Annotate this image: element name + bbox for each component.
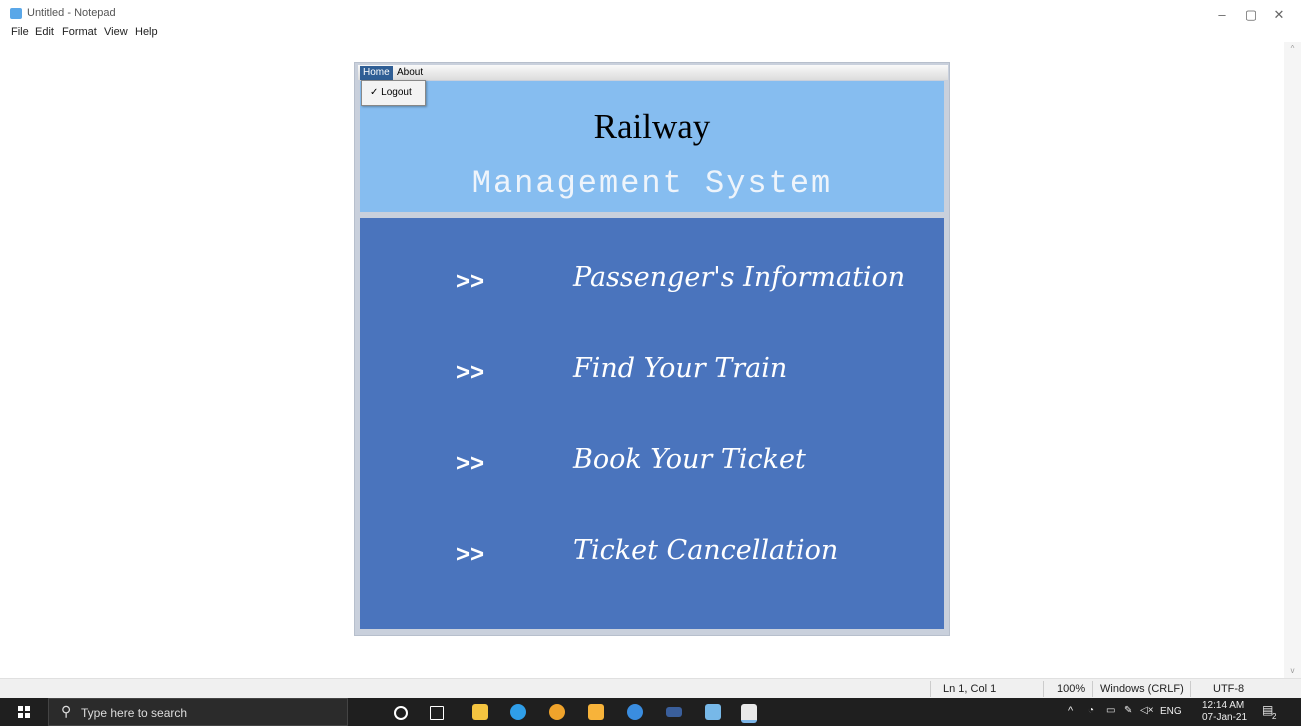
option-label[interactable]: Passenger's Information — [573, 262, 905, 293]
encoding: UTF-8 — [1213, 683, 1245, 695]
window-title: Untitled - Notepad — [27, 7, 116, 19]
menu-option-ticket-cancellation[interactable]: >> Ticket Cancellation — [360, 535, 944, 585]
menu-option-passenger-info[interactable]: >> Passenger's Information — [360, 262, 944, 312]
line-endings: Windows (CRLF) — [1100, 683, 1184, 695]
arrow-icon: >> — [456, 450, 485, 477]
windows-start-icon[interactable] — [18, 706, 30, 718]
notepad-icon — [10, 8, 22, 19]
option-label[interactable]: Find Your Train — [573, 353, 787, 384]
file-explorer-icon[interactable] — [472, 704, 488, 720]
option-label[interactable]: Book Your Ticket — [573, 444, 806, 475]
notepad-taskbar-icon[interactable] — [705, 704, 721, 720]
menu-file[interactable]: File — [11, 26, 29, 38]
header-panel: Railway Management System — [360, 81, 944, 212]
notepad-title-bar: Untitled - Notepad – ▢ ✕ — [0, 0, 1301, 26]
status-divider — [1043, 681, 1044, 697]
taskbar: ⚲ Type here to search ^ ◔ ▭ ✎ ◁× ENG 12:… — [0, 698, 1301, 726]
minimize-button[interactable]: – — [1207, 4, 1237, 26]
menu-about[interactable]: About — [395, 66, 425, 80]
store-icon[interactable] — [588, 704, 604, 720]
zoom-level: 100% — [1057, 683, 1086, 695]
close-button[interactable]: ✕ — [1264, 4, 1294, 26]
search-placeholder: Type here to search — [81, 706, 188, 720]
status-divider — [1190, 681, 1191, 697]
app-title: Railway — [593, 107, 711, 146]
scroll-down-icon[interactable]: v — [1284, 664, 1301, 678]
language-indicator[interactable]: ENG — [1160, 706, 1182, 717]
edge-icon[interactable] — [510, 704, 526, 720]
vertical-scrollbar[interactable]: ^ v — [1284, 42, 1301, 678]
menu-format[interactable]: Format — [62, 26, 97, 38]
app-menubar: Home About — [358, 65, 948, 80]
railway-app-window: Home About Railway Management System ✓ L… — [354, 62, 950, 636]
menu-view[interactable]: View — [104, 26, 128, 38]
maximize-button[interactable]: ▢ — [1236, 4, 1266, 26]
menu-option-book-ticket[interactable]: >> Book Your Ticket — [360, 444, 944, 494]
clock-date[interactable]: 07-Jan-21 — [1202, 712, 1247, 723]
task-view-icon[interactable] — [430, 706, 444, 720]
cortana-icon[interactable] — [394, 706, 408, 720]
menu-home[interactable]: Home — [360, 66, 393, 80]
home-dropdown-menu: ✓ Logout — [361, 80, 426, 106]
notification-count: 2 — [1272, 712, 1277, 721]
cursor-position: Ln 1, Col 1 — [943, 683, 997, 695]
status-divider — [930, 681, 931, 697]
app-subtitle: Management System — [471, 165, 833, 202]
logout-menu-item[interactable]: ✓ Logout — [370, 87, 412, 98]
app-icon[interactable] — [627, 704, 643, 720]
notepad-status-bar: Ln 1, Col 1 100% Windows (CRLF) UTF-8 — [0, 678, 1301, 699]
clock-time[interactable]: 12:14 AM — [1202, 700, 1244, 711]
tray-expand-icon[interactable]: ^ — [1068, 705, 1073, 717]
option-label[interactable]: Ticket Cancellation — [573, 535, 838, 566]
taskbar-search-box[interactable]: ⚲ Type here to search — [48, 698, 348, 726]
media-icon[interactable] — [666, 707, 682, 717]
menu-help[interactable]: Help — [135, 26, 158, 38]
volume-icon[interactable]: ◁× — [1140, 705, 1154, 716]
java-icon[interactable] — [741, 704, 757, 723]
content-panel: >> Passenger's Information >> Find Your … — [360, 218, 944, 629]
arrow-icon: >> — [456, 268, 485, 295]
status-divider — [1092, 681, 1093, 697]
arrow-icon: >> — [456, 541, 485, 568]
battery-icon[interactable]: ▭ — [1106, 705, 1115, 716]
scroll-up-icon[interactable]: ^ — [1284, 42, 1301, 56]
menu-option-find-train[interactable]: >> Find Your Train — [360, 353, 944, 403]
pen-icon[interactable]: ✎ — [1124, 705, 1132, 716]
arrow-icon: >> — [456, 359, 485, 386]
wifi-icon[interactable]: ◔ — [1088, 705, 1094, 716]
menu-edit[interactable]: Edit — [35, 26, 54, 38]
search-icon: ⚲ — [61, 703, 72, 719]
chrome-icon[interactable] — [549, 704, 565, 720]
